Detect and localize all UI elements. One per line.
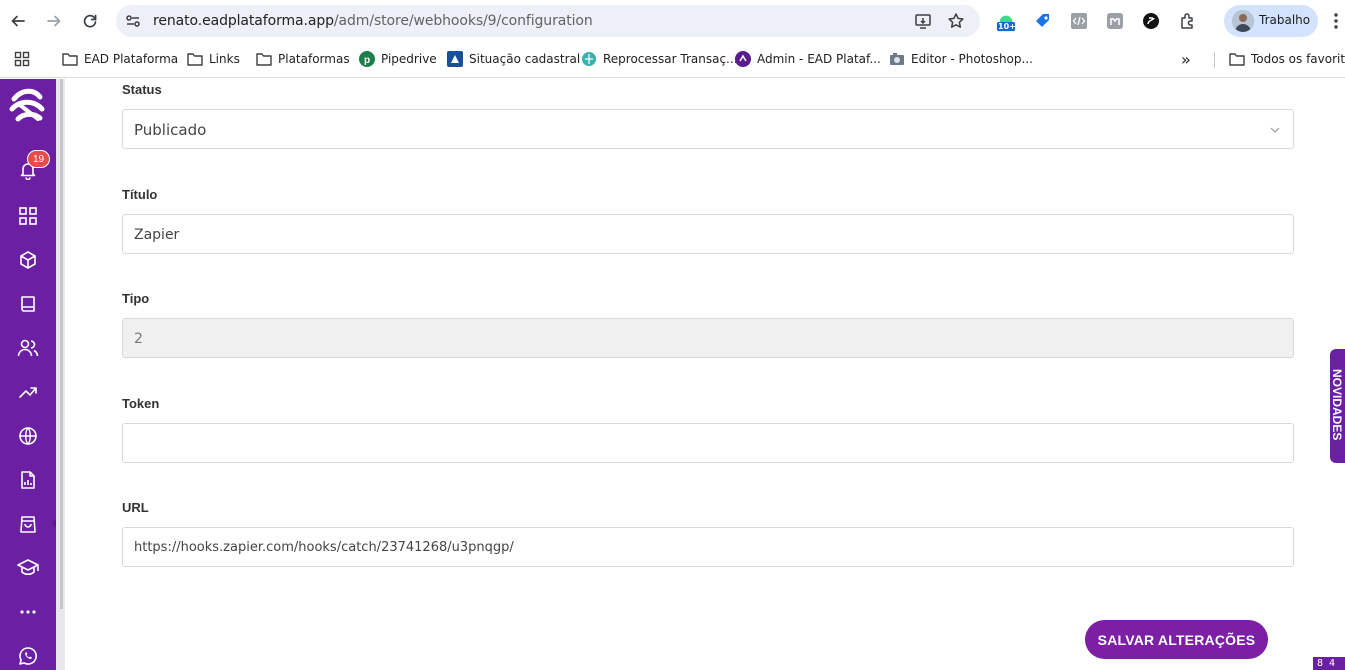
browser-menu-icon[interactable] xyxy=(1333,12,1339,30)
bookmark-ead-plataforma[interactable]: EAD Plataforma xyxy=(62,50,178,68)
folder-icon xyxy=(1229,51,1245,67)
url-label: URL xyxy=(122,500,149,515)
m-extension-icon[interactable] xyxy=(1105,11,1125,31)
save-button[interactable]: SALVAR ALTERAÇÕES xyxy=(1085,620,1268,659)
book-icon[interactable] xyxy=(16,292,40,316)
ead-logo[interactable] xyxy=(6,85,50,129)
graduation-cap-icon[interactable] xyxy=(16,556,40,580)
forward-icon[interactable] xyxy=(43,10,65,32)
url-value: https://hooks.zapier.com/hooks/catch/237… xyxy=(134,540,514,555)
round-extension-icon[interactable] xyxy=(1141,11,1161,31)
type-label: Tipo xyxy=(122,291,150,306)
ead-icon xyxy=(735,51,751,67)
bookmark-label: Pipedrive xyxy=(381,52,437,66)
bookmarks-divider xyxy=(1214,52,1215,68)
status-value: Publicado xyxy=(134,121,207,139)
whatsapp-icon[interactable] xyxy=(16,644,40,668)
bookmark-label: Plataformas xyxy=(278,52,350,66)
profile-button[interactable]: Trabalho xyxy=(1224,5,1318,37)
shopping-bag-icon[interactable] xyxy=(16,512,40,536)
profile-name: Trabalho xyxy=(1259,13,1311,27)
folder-icon xyxy=(187,51,203,67)
folder-icon xyxy=(62,51,78,67)
more-icon[interactable] xyxy=(16,600,40,624)
site-info-icon[interactable] xyxy=(124,12,142,30)
status-select[interactable]: Publicado xyxy=(122,109,1294,149)
folder-icon xyxy=(256,51,272,67)
bookmark-label: Situação cadastral xyxy=(469,52,581,66)
title-label: Título xyxy=(122,187,158,202)
photopea-icon xyxy=(889,51,905,67)
corner-tag: 8 4 3 xyxy=(1313,657,1345,670)
news-tab[interactable]: NOVIDADES xyxy=(1330,349,1345,463)
install-app-icon[interactable] xyxy=(913,11,933,31)
sidebar-scrollbar[interactable] xyxy=(56,79,65,670)
bookmark-plataformas[interactable]: Plataformas xyxy=(256,50,350,68)
extensions-puzzle-icon[interactable] xyxy=(1178,11,1198,31)
browser-toolbar: renato.eadplataforma.app/adm/store/webho… xyxy=(0,0,1345,42)
title-input[interactable]: Zapier xyxy=(122,214,1294,254)
back-icon[interactable] xyxy=(7,10,29,32)
bookmark-situacao-cadastral[interactable]: Situação cadastral xyxy=(447,50,580,68)
type-input: 2 xyxy=(122,318,1294,358)
android-extension-icon[interactable]: 10+ xyxy=(996,12,1016,32)
reload-icon[interactable] xyxy=(79,10,101,32)
receita-icon xyxy=(447,51,463,67)
bookmark-label: Links xyxy=(209,52,240,66)
app-sidebar: 19 xyxy=(0,79,56,670)
all-bookmarks-folder[interactable]: Todos os favoritos xyxy=(1229,50,1345,68)
bookmark-links[interactable]: Links xyxy=(187,50,240,68)
more-bookmarks-button[interactable]: » xyxy=(1181,49,1191,69)
report-icon[interactable] xyxy=(16,468,40,492)
bookmark-pipedrive[interactable]: p Pipedrive xyxy=(359,50,437,68)
extension-badge: 10+ xyxy=(998,22,1016,31)
token-label: Token xyxy=(122,396,160,411)
avatar xyxy=(1232,10,1254,32)
svg-text:p: p xyxy=(364,55,370,66)
bookmark-reprocessar[interactable]: Reprocessar Transaç... xyxy=(581,50,738,68)
bookmarks-bar: EAD Plataforma Links Plataformas p Piped… xyxy=(0,42,1345,78)
title-value: Zapier xyxy=(134,227,180,243)
bookmark-photopea[interactable]: Editor - Photoshop... xyxy=(889,50,1033,68)
bookmark-label: Editor - Photoshop... xyxy=(911,52,1033,66)
trending-icon[interactable] xyxy=(16,380,40,404)
all-bookmarks-label: Todos os favoritos xyxy=(1251,52,1345,66)
globe-icon[interactable] xyxy=(16,424,40,448)
globe-icon xyxy=(581,51,597,67)
bookmark-label: Admin - EAD Plataf... xyxy=(757,52,881,66)
chevron-down-icon xyxy=(1269,123,1281,135)
box-icon[interactable] xyxy=(16,248,40,272)
bookmark-label: Reprocessar Transaç... xyxy=(603,52,738,66)
token-input[interactable] xyxy=(122,423,1294,463)
grid-icon[interactable] xyxy=(16,204,40,228)
type-value: 2 xyxy=(134,331,143,347)
more-bookmarks-label: » xyxy=(1181,49,1191,69)
tag-extension-icon[interactable] xyxy=(1033,11,1053,31)
status-label: Status xyxy=(122,82,162,97)
url-text: renato.eadplataforma.app/adm/store/webho… xyxy=(153,13,593,29)
address-bar[interactable]: renato.eadplataforma.app/adm/store/webho… xyxy=(116,5,980,37)
url-input[interactable]: https://hooks.zapier.com/hooks/catch/237… xyxy=(122,527,1294,567)
webhook-configuration-form: Status Publicado Título Zapier Tipo 2 To… xyxy=(65,79,1345,670)
news-tab-label: NOVIDADES xyxy=(1330,369,1344,441)
bookmark-star-icon[interactable] xyxy=(946,11,966,31)
bookmark-label: EAD Plataforma xyxy=(84,52,179,66)
users-icon[interactable] xyxy=(16,336,40,360)
notification-badge: 19 xyxy=(27,150,51,168)
apps-grid-icon[interactable] xyxy=(14,50,30,68)
code-extension-icon[interactable] xyxy=(1069,11,1089,31)
scrollbar-thumb[interactable] xyxy=(60,79,63,609)
pipedrive-icon: p xyxy=(359,51,375,67)
bookmark-admin-ead[interactable]: Admin - EAD Plataf... xyxy=(735,50,881,68)
